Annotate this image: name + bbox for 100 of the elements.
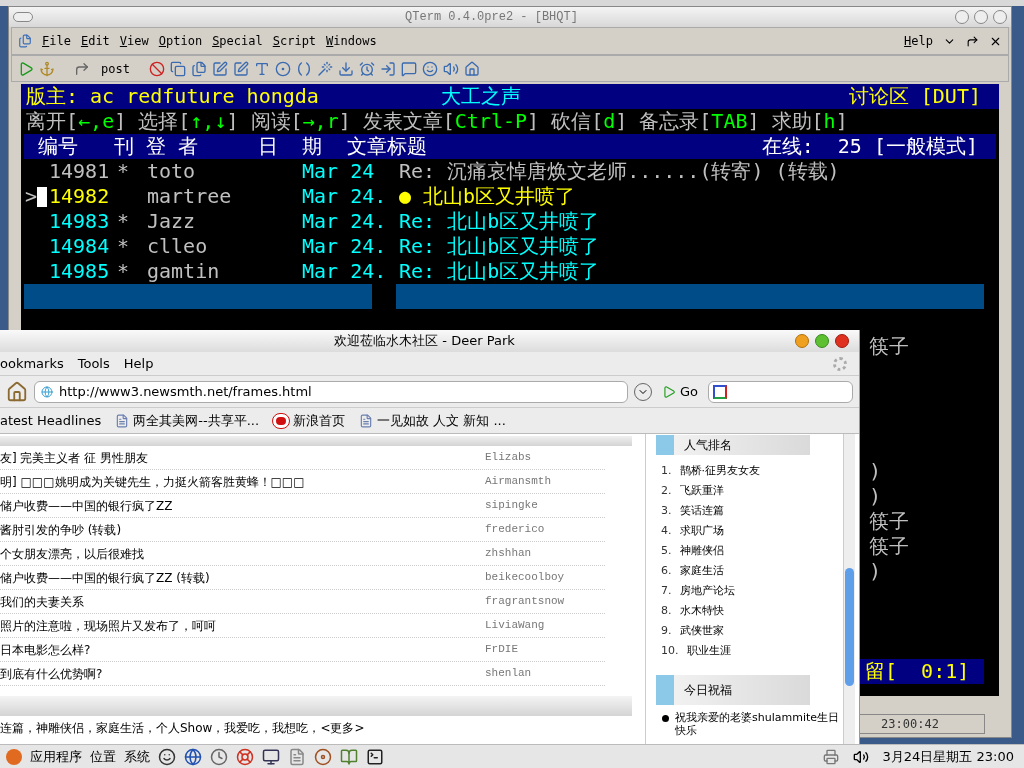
post-link[interactable]: 个女朋友漂亮，以后很难找 xyxy=(0,544,485,563)
clock[interactable]: 3月24日星期五 23:00 xyxy=(882,746,1014,767)
post-link[interactable]: 照片的注意啦，现场照片又发布了，呵呵 xyxy=(0,616,485,635)
terminal-text: 筷子 xyxy=(869,534,909,558)
board-link[interactable]: 鹊桥·征男友女友 xyxy=(679,462,760,480)
face-icon[interactable] xyxy=(158,747,176,766)
board-link[interactable]: 职业生涯 xyxy=(686,642,731,660)
menu-item[interactable]: Special xyxy=(212,32,263,50)
copy-icon[interactable] xyxy=(190,60,207,77)
disc-icon[interactable] xyxy=(314,747,332,766)
window-control[interactable] xyxy=(955,10,969,24)
alarm-icon[interactable] xyxy=(358,60,375,77)
bullet-icon xyxy=(662,715,669,722)
panel-menu[interactable]: 位置 xyxy=(90,746,116,767)
menu-item[interactable]: Tools xyxy=(77,353,110,374)
board-link[interactable]: 家庭生活 xyxy=(679,562,724,580)
post-link[interactable]: 储户收费——中国的银行疯了ZZ (转载) xyxy=(0,568,485,587)
printer-icon[interactable] xyxy=(822,748,839,765)
anchor-icon[interactable] xyxy=(39,60,55,77)
menu-item[interactable]: Help xyxy=(123,353,154,374)
author-name: Airmansmth xyxy=(485,474,551,490)
menu-item[interactable]: Script xyxy=(272,32,317,50)
menu-item[interactable]: Windows xyxy=(326,32,377,50)
bookmark-link[interactable]: atest Headlines xyxy=(0,410,102,431)
edit-icon[interactable] xyxy=(211,60,228,77)
globe-icon[interactable] xyxy=(184,747,202,766)
copy-icon[interactable] xyxy=(169,60,186,77)
post-author: clleo xyxy=(147,234,209,259)
bookmark-link[interactable]: 一见如故 人文 新知 ... xyxy=(377,410,506,431)
scrollbar[interactable] xyxy=(843,434,855,746)
board-link[interactable]: 房地产论坛 xyxy=(679,582,735,600)
monitor-icon[interactable] xyxy=(262,747,280,766)
window-title: 欢迎莅临水木社区 - Deer Park xyxy=(333,332,516,351)
message-icon[interactable] xyxy=(400,60,417,77)
color-icon[interactable] xyxy=(274,60,291,77)
board-link[interactable]: 求职广场 xyxy=(679,522,724,540)
board-link[interactable]: 笑话连篇 xyxy=(679,502,724,520)
foot-icon[interactable] xyxy=(6,748,22,765)
edit-icon[interactable] xyxy=(232,60,249,77)
post-link[interactable]: 日本电影怎么样? xyxy=(0,640,485,659)
bookmark-link[interactable]: 新浪首页 xyxy=(293,410,346,431)
lifebuoy-icon[interactable] xyxy=(236,747,254,766)
post-link[interactable]: 我们的夫妻关系 xyxy=(0,592,485,611)
post-author: toto xyxy=(147,159,197,184)
menu-item[interactable]: View xyxy=(119,32,149,50)
menu-item[interactable]: File xyxy=(42,32,71,50)
post-date: Mar 24. xyxy=(302,184,388,209)
site-icon xyxy=(41,385,53,398)
wand-icon[interactable] xyxy=(316,60,333,77)
post-author: martree xyxy=(147,184,233,209)
download-icon[interactable] xyxy=(337,60,354,77)
minimize-button[interactable] xyxy=(795,334,809,348)
address-field[interactable]: http://www3.newsmth.net/frames.html xyxy=(34,380,628,403)
maximize-button[interactable] xyxy=(815,334,829,348)
go-button[interactable]: Go xyxy=(658,381,703,402)
window-control[interactable] xyxy=(974,10,988,24)
cursor-block xyxy=(37,186,48,207)
post-link[interactable]: 储户收费——中国的银行疯了ZZ xyxy=(0,496,485,515)
stop-icon[interactable] xyxy=(148,60,165,77)
panel-menu[interactable]: 系统 xyxy=(124,746,150,767)
menu-item[interactable]: ookmarks xyxy=(0,353,64,374)
post-button[interactable]: post xyxy=(95,59,136,78)
terminal-icon[interactable] xyxy=(366,747,384,766)
moderator-text: 版主: ac redfuture hongda xyxy=(26,84,319,109)
post-link[interactable]: 酱肘引发的争吵 (转载) xyxy=(0,520,485,539)
speaker-icon[interactable] xyxy=(442,60,459,77)
menu-item[interactable]: Option xyxy=(158,32,203,50)
author-name: zhshhan xyxy=(485,546,532,562)
scrollbar-thumb[interactable] xyxy=(845,568,854,686)
play-icon[interactable] xyxy=(18,60,34,77)
close-button[interactable] xyxy=(835,334,849,348)
font-icon[interactable] xyxy=(253,60,270,77)
post-link[interactable]: 友] 完美主义者 征 男性朋友 xyxy=(0,448,485,467)
curved-arrow-icon[interactable] xyxy=(74,60,90,77)
post-link[interactable]: 到底有什么优势啊? xyxy=(0,664,485,683)
board-link[interactable]: 神雕侠侣 xyxy=(679,542,724,560)
post-number: 14985 xyxy=(49,259,111,284)
menu-item[interactable]: Help xyxy=(904,32,933,50)
home-icon[interactable] xyxy=(6,380,28,403)
board-link[interactable]: 武侠世家 xyxy=(679,622,724,640)
board-link[interactable]: 水木特快 xyxy=(679,602,724,620)
menu-item[interactable]: Edit xyxy=(80,32,110,50)
post-number: 14982 xyxy=(49,184,111,209)
post-link[interactable]: 明] □□□姚明成为关键先生，力挺火箭客胜黄蜂！□□□ xyxy=(0,472,485,491)
home-icon[interactable] xyxy=(463,60,480,77)
search-field[interactable] xyxy=(708,380,853,403)
board-name: 大工之声 xyxy=(440,84,521,109)
login-icon[interactable] xyxy=(379,60,396,77)
window-control[interactable] xyxy=(993,10,1007,24)
book-icon[interactable] xyxy=(340,747,358,766)
parentheses-icon[interactable] xyxy=(295,60,312,77)
volume-icon[interactable] xyxy=(852,748,869,765)
rank-number: 6. xyxy=(661,562,672,579)
window-menu-button[interactable] xyxy=(13,12,33,22)
panel-menu[interactable]: 应用程序 xyxy=(30,746,82,767)
document-icon[interactable] xyxy=(288,747,306,766)
post-number: 14981 xyxy=(49,159,111,184)
bookmark-link[interactable]: 两全其美网--共享平... xyxy=(133,410,260,431)
clock-icon[interactable] xyxy=(210,747,228,766)
board-link[interactable]: 飞跃重洋 xyxy=(679,482,724,500)
